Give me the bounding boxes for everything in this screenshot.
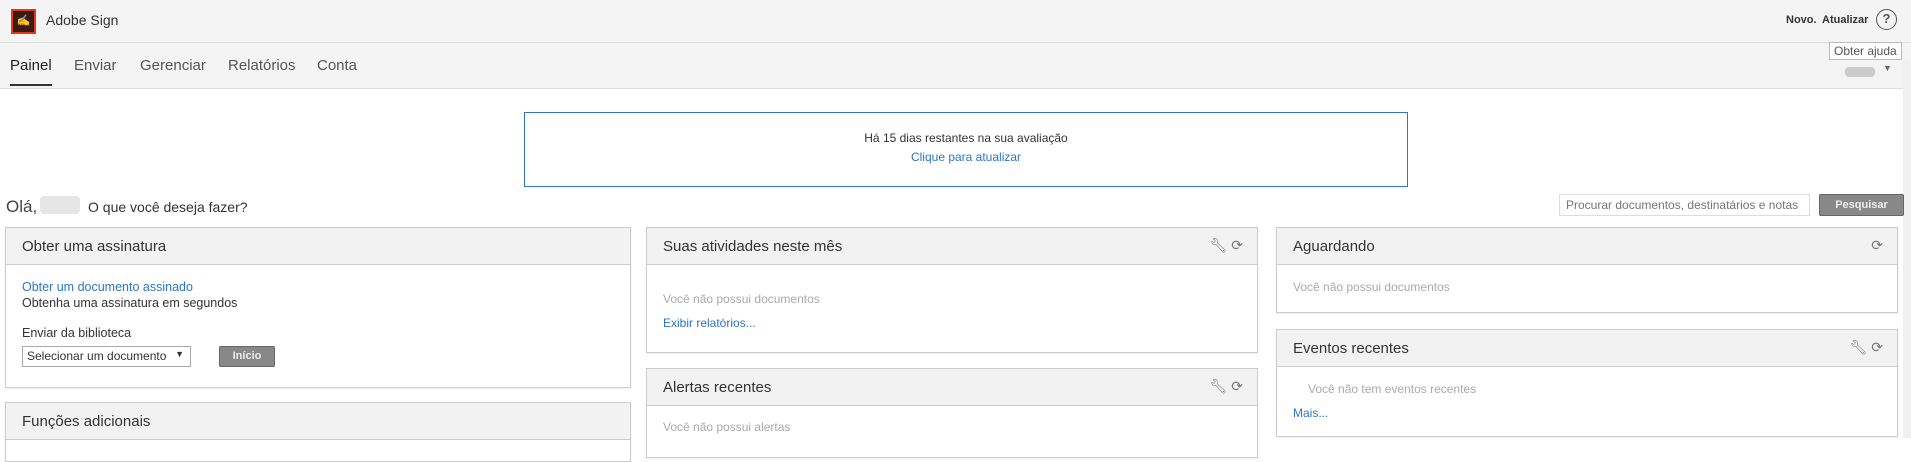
tab-enviar[interactable]: Enviar [74, 57, 117, 74]
wrench-icon[interactable]: 🔧︎ [1209, 237, 1227, 253]
empty-message: Você não possui alertas [663, 420, 791, 434]
empty-message: Você não possui documentos [1293, 280, 1450, 294]
recent-events-panel: Eventos recentes 🔧︎ ⟳ Você não tem evento… [1276, 329, 1898, 437]
refresh-icon[interactable]: ⟳ [1871, 237, 1883, 253]
start-button[interactable]: Início [219, 346, 275, 367]
get-signed-link[interactable]: Obter um documento assinado [22, 280, 614, 294]
greeting-hello: Olá, [6, 197, 38, 216]
trial-message: Há 15 dias restantes na sua avaliação [864, 131, 1068, 145]
refresh-icon[interactable]: ⟳ [1231, 237, 1243, 253]
refresh-icon[interactable]: ⟳ [1231, 378, 1243, 394]
help-icon[interactable]: ? [1876, 9, 1897, 30]
panel-title: Eventos recentes [1293, 340, 1409, 357]
panel-title: Alertas recentes [663, 379, 772, 396]
novo-link[interactable]: Novo. [1786, 14, 1817, 26]
panel-title: Suas atividades neste mês [663, 238, 843, 255]
wrench-icon[interactable]: 🔧︎ [1209, 378, 1227, 394]
more-link[interactable]: Mais... [1293, 406, 1881, 420]
empty-message: Você não tem eventos recentes [1308, 382, 1477, 396]
atualizar-link[interactable]: Atualizar [1822, 14, 1868, 26]
top-bar [0, 0, 1911, 43]
tab-relatorios[interactable]: Relatórios [228, 57, 296, 74]
adobe-sign-logo[interactable]: ✍ [11, 9, 36, 34]
panel-title: Funções adicionais [6, 403, 630, 440]
alerts-panel: Alertas recentes 🔧︎ ⟳ Você não possui ale… [646, 368, 1258, 458]
activities-panel: Suas atividades neste mês 🔧︎ ⟳ Você não p… [646, 227, 1258, 353]
help-tooltip: Obter ajuda [1829, 42, 1902, 60]
user-menu[interactable] [1845, 67, 1875, 77]
wrench-icon[interactable]: 🔧︎ [1849, 339, 1867, 355]
tab-gerenciar[interactable]: Gerenciar [140, 57, 206, 74]
chevron-down-icon[interactable]: ▼ [1883, 63, 1892, 73]
refresh-icon[interactable]: ⟳ [1871, 339, 1883, 355]
scrollbar[interactable] [1903, 60, 1911, 438]
main-nav: Painel Enviar Gerenciar Relatórios Conta [0, 43, 1911, 89]
waiting-panel: Aguardando ⟳ Você não possui documentos [1276, 227, 1898, 313]
view-reports-link[interactable]: Exibir relatórios... [663, 316, 1241, 330]
search-input[interactable] [1559, 194, 1810, 216]
upgrade-link[interactable]: Clique para atualizar [525, 150, 1407, 164]
panel-title: Obter uma assinatura [6, 228, 630, 265]
search-button[interactable]: Pesquisar [1819, 194, 1904, 216]
get-signature-panel: Obter uma assinatura Obter um documento … [5, 227, 631, 388]
additional-functions-panel: Funções adicionais [5, 402, 631, 462]
panel-title: Aguardando [1293, 238, 1375, 255]
user-name-redacted [40, 196, 80, 214]
tab-painel[interactable]: Painel [10, 57, 52, 86]
library-label: Enviar da biblioteca [22, 326, 132, 340]
empty-message: Você não possui documentos [663, 292, 820, 306]
chevron-down-icon: ▼ [175, 349, 184, 359]
document-select[interactable]: Selecionar um documento ▼ [22, 346, 191, 367]
greeting-question: O que você deseja fazer? [88, 199, 248, 215]
tab-conta[interactable]: Conta [317, 57, 357, 74]
signature-subtitle: Obtenha uma assinatura em segundos [22, 296, 238, 310]
app-name: Adobe Sign [46, 12, 119, 28]
document-select-value: Selecionar um documento [27, 349, 167, 363]
trial-banner: Há 15 dias restantes na sua avaliação Cl… [524, 112, 1408, 187]
